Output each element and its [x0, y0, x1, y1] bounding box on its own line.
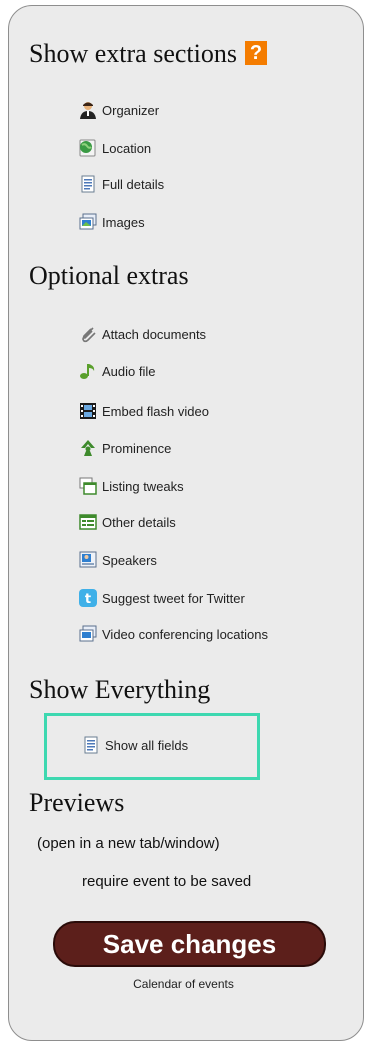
extra-location-link[interactable]: Location — [102, 141, 151, 156]
optional-extras-heading: Optional extras — [29, 261, 189, 290]
images-icon — [79, 213, 97, 231]
show-everything-heading: Show Everything — [29, 675, 211, 704]
windows-icon — [79, 477, 97, 495]
form-icon — [79, 513, 97, 531]
calendar-of-events-link[interactable]: Calendar of events — [0, 977, 367, 991]
save-changes-button[interactable]: Save changes — [53, 921, 326, 967]
show-all-fields-link[interactable]: Show all fields — [105, 738, 188, 753]
extra-embed-flash-video[interactable]: Embed flash video — [79, 402, 209, 420]
extra-full-details[interactable]: Full details — [79, 175, 164, 193]
extra-speakers[interactable]: Speakers — [79, 551, 157, 569]
extra-location[interactable]: Location — [79, 139, 151, 157]
show-all-fields[interactable]: Show all fields — [82, 736, 188, 754]
heading-text: Show extra sections — [29, 39, 237, 68]
previews-requirement: require event to be saved — [82, 873, 252, 890]
extra-audio-file-link[interactable]: Audio file — [102, 364, 155, 379]
extra-video-conferencing-link[interactable]: Video conferencing locations — [102, 627, 268, 642]
extra-speakers-link[interactable]: Speakers — [102, 553, 157, 568]
extra-prominence[interactable]: Prominence — [79, 439, 171, 457]
extra-listing-tweaks-link[interactable]: Listing tweaks — [102, 479, 184, 494]
music-note-icon — [79, 362, 97, 380]
document-icon — [82, 736, 100, 754]
speakers-icon — [79, 551, 97, 569]
svg-text:t: t — [85, 592, 91, 607]
help-icon[interactable]: ? — [244, 41, 267, 65]
extra-audio-file[interactable]: Audio file — [79, 362, 155, 380]
previews-note: (open in a new tab/window) — [37, 835, 220, 852]
location-icon — [79, 139, 97, 157]
twitter-icon: t — [79, 589, 97, 607]
extra-suggest-tweet-link[interactable]: Suggest tweet for Twitter — [102, 591, 245, 606]
film-icon — [79, 402, 97, 420]
extra-video-conferencing[interactable]: Video conferencing locations — [79, 625, 268, 643]
extra-images-link[interactable]: Images — [102, 215, 145, 230]
document-icon — [79, 175, 97, 193]
extra-embed-flash-video-link[interactable]: Embed flash video — [102, 404, 209, 419]
paperclip-icon — [79, 325, 97, 343]
video-window-icon — [79, 625, 97, 643]
extra-prominence-link[interactable]: Prominence — [102, 441, 171, 456]
extra-full-details-link[interactable]: Full details — [102, 177, 164, 192]
organizer-icon — [79, 101, 97, 119]
prominence-icon — [79, 439, 97, 457]
previews-heading: Previews — [29, 788, 125, 817]
extra-organizer[interactable]: Organizer — [79, 101, 159, 119]
extra-organizer-link[interactable]: Organizer — [102, 103, 159, 118]
show-extra-sections-heading: Show extra sections? — [29, 39, 267, 69]
extra-other-details-link[interactable]: Other details — [102, 515, 176, 530]
extra-attach-documents[interactable]: Attach documents — [79, 325, 206, 343]
extra-listing-tweaks[interactable]: Listing tweaks — [79, 477, 184, 495]
extra-attach-documents-link[interactable]: Attach documents — [102, 327, 206, 342]
extra-other-details[interactable]: Other details — [79, 513, 176, 531]
extra-images[interactable]: Images — [79, 213, 145, 231]
extra-suggest-tweet[interactable]: t Suggest tweet for Twitter — [79, 589, 245, 607]
